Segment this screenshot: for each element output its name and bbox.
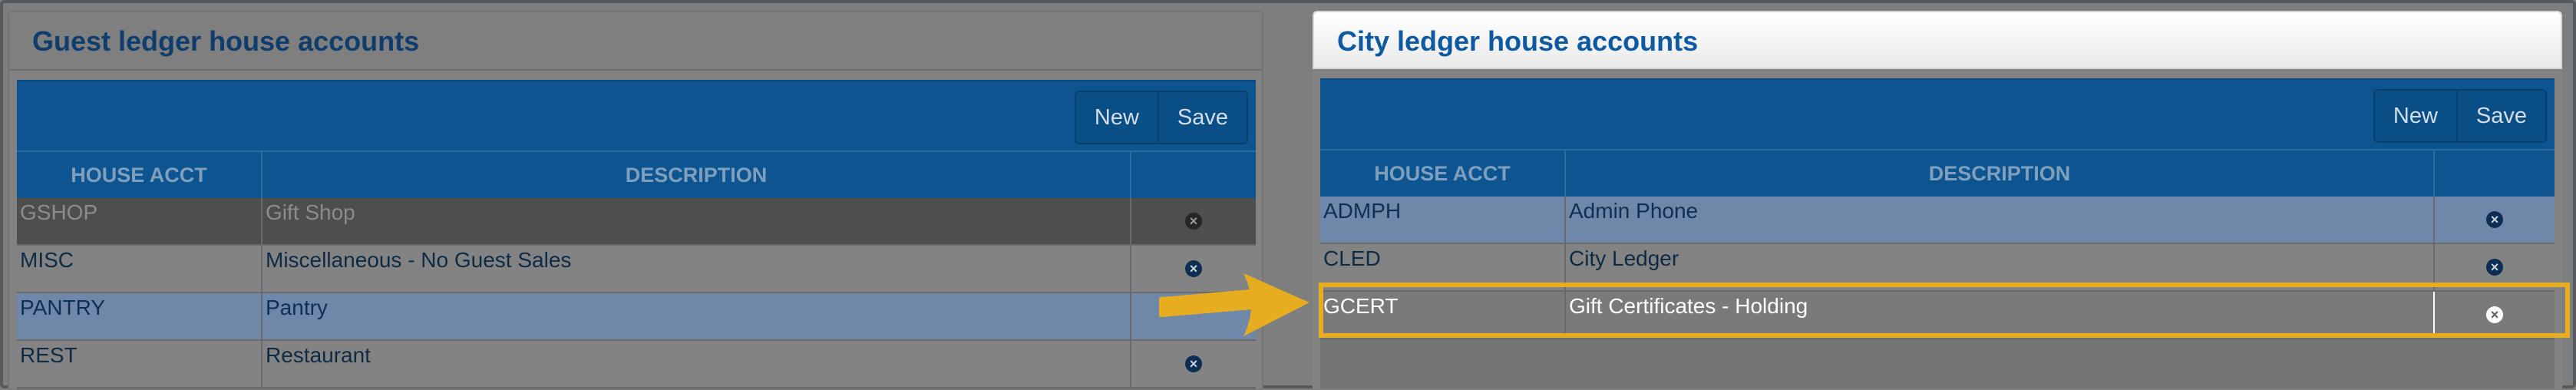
description-cell[interactable]: Gift Certificates - Holding [1566,292,2435,338]
house-acct-cell[interactable]: MISC [17,246,263,292]
column-header-row: HOUSE ACCT DESCRIPTION [17,150,1256,198]
table-row[interactable]: CLED City Ledger × [1320,244,2555,292]
table-row[interactable]: ADMPH Admin Phone × [1320,197,2555,244]
close-circle-icon[interactable]: × [2486,306,2503,323]
column-header-description[interactable]: DESCRIPTION [263,152,1131,198]
column-header-house-acct[interactable]: HOUSE ACCT [17,152,263,198]
column-header-actions [1131,152,1256,198]
house-acct-cell[interactable]: GSHOP [17,198,263,244]
description-cell[interactable]: City Ledger [1566,244,2435,290]
column-header-row: HOUSE ACCT DESCRIPTION [1320,149,2555,197]
column-header-actions [2435,150,2555,197]
button-group: New Save [1074,91,1248,144]
guest-ledger-title: Guest ledger house accounts [9,12,1262,71]
house-acct-cell[interactable]: CLED [1320,244,1566,290]
house-acct-cell[interactable]: GCERT [1320,292,1566,338]
table-row[interactable]: MISC Miscellaneous - No Guest Sales × [17,246,1256,293]
table-row[interactable]: GSHOP Gift Shop × [17,198,1256,246]
guest-ledger-rows: GSHOP Gift Shop × MISC Miscellaneous - N… [17,198,1256,388]
guest-ledger-panel: Guest ledger house accounts New Save HOU… [8,11,1263,390]
save-button[interactable]: Save [1157,92,1247,143]
delete-cell: × [1131,198,1256,244]
city-ledger-title: City ledger house accounts [1313,11,2562,69]
column-header-house-acct[interactable]: HOUSE ACCT [1320,150,1566,197]
city-ledger-toolbar: New Save [1320,78,2555,149]
close-circle-icon[interactable]: × [1185,213,1202,230]
table-row[interactable]: REST Restaurant × [17,341,1256,388]
house-acct-cell[interactable]: REST [17,341,263,387]
close-circle-icon[interactable]: × [1185,355,1202,372]
close-circle-icon[interactable]: × [2486,211,2503,228]
description-cell[interactable]: Gift Shop [263,198,1131,244]
save-button[interactable]: Save [2455,91,2545,141]
button-group: New Save [2373,89,2547,143]
delete-cell: × [2435,244,2555,290]
description-cell[interactable]: Miscellaneous - No Guest Sales [263,246,1131,292]
table-row-selected[interactable]: GCERT Gift Certificates - Holding × [1320,292,2555,339]
city-ledger-grid: New Save HOUSE ACCT DESCRIPTION ADMPH Ad… [1320,78,2555,388]
close-circle-icon[interactable]: × [2486,259,2503,276]
delete-cell: × [1131,341,1256,387]
guest-ledger-grid: New Save HOUSE ACCT DESCRIPTION GSHOP Gi… [17,80,1256,390]
right-arrow-icon [1159,273,1309,336]
delete-cell: × [2435,292,2555,338]
table-row[interactable]: PANTRY Pantry [17,293,1256,341]
city-ledger-panel: City ledger house accounts New Save HOUS… [1313,11,2562,388]
house-acct-cell[interactable]: ADMPH [1320,197,1566,243]
city-ledger-rows: ADMPH Admin Phone × CLED City Ledger × G… [1320,197,2555,339]
guest-ledger-toolbar: New Save [17,80,1256,150]
new-button[interactable]: New [2374,91,2456,141]
description-cell[interactable]: Admin Phone [1566,197,2435,243]
description-cell[interactable]: Restaurant [263,341,1131,387]
delete-cell: × [2435,197,2555,243]
house-acct-cell[interactable]: PANTRY [17,293,263,339]
new-button[interactable]: New [1075,92,1158,143]
description-cell[interactable]: Pantry [263,293,1131,339]
column-header-description[interactable]: DESCRIPTION [1566,150,2435,197]
